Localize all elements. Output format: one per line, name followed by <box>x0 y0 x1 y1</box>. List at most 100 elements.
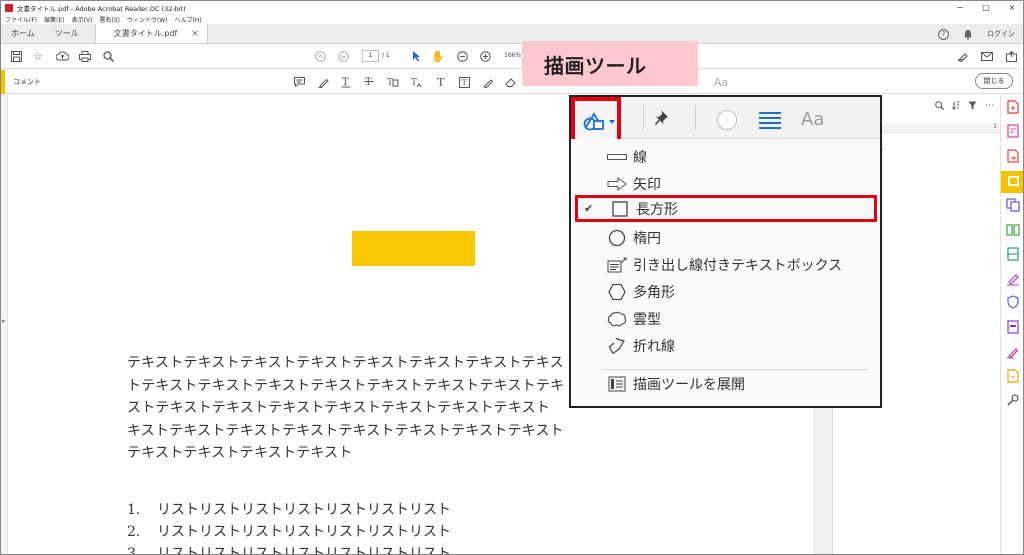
body-line: テキストテキストテキストテキスト <box>127 445 353 461</box>
line-thickness-icon[interactable] <box>759 112 781 129</box>
select-cursor-icon[interactable] <box>409 49 423 63</box>
more-tools-icon[interactable] <box>1006 393 1020 407</box>
pencil-icon[interactable] <box>482 75 494 89</box>
comment-bubble-icon <box>1008 176 1019 186</box>
text-box-icon[interactable]: T <box>458 75 470 89</box>
next-page-icon[interactable] <box>336 49 350 63</box>
redact-icon[interactable] <box>1006 320 1020 334</box>
pin-icon[interactable] <box>654 109 671 131</box>
fill-sign-icon[interactable] <box>956 49 970 63</box>
menu-item-label: 長方形 <box>636 201 678 218</box>
window-title: 文書タイトル.pdf - Adobe Acrobat Reader DC (32… <box>17 4 186 13</box>
menu-item-label: 引き出し線付きテキストボックス <box>633 257 843 274</box>
sticky-note-icon[interactable] <box>293 75 305 89</box>
menu-item-polygon[interactable]: 多角形 <box>571 278 880 305</box>
add-text-comment-icon[interactable]: T <box>435 75 447 89</box>
tab-document[interactable]: 文書タイトル.pdf × <box>94 24 208 44</box>
list-number: 3. <box>127 546 141 555</box>
scan-ocr-icon[interactable] <box>1006 247 1020 261</box>
menu-help[interactable]: ヘルプ(H) <box>175 15 202 24</box>
help-icon[interactable]: ? <box>938 28 949 40</box>
tab-bar: ホーム ツール 文書タイトル.pdf × ? ログイン <box>1 24 1023 44</box>
cloud-upload-icon[interactable] <box>55 49 69 63</box>
underline-text-icon[interactable]: T <box>340 75 352 89</box>
replace-text-icon[interactable]: T <box>387 75 399 89</box>
fill-and-sign-icon[interactable] <box>1006 272 1020 286</box>
expand-toolbar-icon <box>607 374 627 394</box>
login-link[interactable]: ログイン <box>987 29 1015 39</box>
menu-window[interactable]: ウィンドウ(W) <box>127 15 168 24</box>
zoom-level[interactable]: 166% <box>504 50 521 62</box>
color-picker[interactable] <box>717 110 737 130</box>
share-icon[interactable] <box>1004 49 1018 63</box>
organize-pages-icon[interactable] <box>1006 223 1020 237</box>
menu-item-expand-drawing-tools[interactable]: 描画ツールを展開 <box>571 370 880 397</box>
close-comment-button[interactable]: 閉じる <box>975 73 1013 89</box>
text-properties-icon[interactable]: Aa <box>711 75 731 89</box>
menu-edit[interactable]: 編集(E) <box>44 15 64 24</box>
menu-item-label: 楕円 <box>633 230 661 247</box>
menu-item-cloud[interactable]: 雲型 <box>571 305 880 332</box>
menu-item-line[interactable]: 線 <box>571 143 880 170</box>
create-pdf-icon[interactable] <box>1006 100 1020 114</box>
previous-page-icon[interactable] <box>313 49 327 63</box>
hand-tool-icon[interactable]: ✋ <box>431 49 445 63</box>
yellow-rectangle-shape[interactable] <box>352 231 475 266</box>
mail-icon[interactable] <box>980 49 994 63</box>
search-comments-icon[interactable] <box>935 101 944 110</box>
menu-bar: ファイル(F) 編集(E) 表示(V) 署名(S) ウィンドウ(W) ヘルプ(H… <box>1 14 1023 24</box>
menu-item-rectangle[interactable]: ✔ 長方形 <box>575 195 877 222</box>
tab-document-label: 文書タイトル.pdf <box>113 28 178 38</box>
filter-icon[interactable] <box>968 101 977 110</box>
comment-accent-bar <box>1 70 5 94</box>
strikethrough-text-icon[interactable]: T <box>363 75 375 89</box>
protect-icon[interactable] <box>1006 295 1020 309</box>
edit-pdf-icon[interactable] <box>1006 124 1020 138</box>
acrobat-logo-icon <box>5 3 13 12</box>
print-icon[interactable] <box>78 49 92 63</box>
send-for-comments-icon[interactable] <box>1006 369 1020 383</box>
search-icon[interactable] <box>101 49 115 63</box>
prepare-form-icon[interactable] <box>1006 345 1020 359</box>
menu-view[interactable]: 表示(V) <box>72 15 93 24</box>
eraser-icon[interactable] <box>505 75 517 89</box>
expand-arrow-icon[interactable]: ▸ <box>2 317 6 325</box>
menu-item-callout[interactable]: 引き出し線付きテキストボックス <box>571 251 880 278</box>
sort-icon[interactable] <box>952 101 960 110</box>
menu-item-ellipse[interactable]: 楕円 <box>571 224 880 251</box>
more-options-icon[interactable]: ⋯ <box>985 101 994 111</box>
menu-item-arrow[interactable]: 矢印 <box>571 170 880 197</box>
comment-tool-icon[interactable] <box>1001 171 1023 193</box>
export-pdf-icon[interactable] <box>1006 149 1020 163</box>
minimize-button[interactable]: − <box>947 1 973 14</box>
page-number-input[interactable]: 1 <box>362 50 379 62</box>
highlight-pen-icon[interactable] <box>317 75 329 89</box>
insert-text-icon[interactable]: T <box>411 75 423 89</box>
polygon-icon <box>607 282 627 302</box>
menu-file[interactable]: ファイル(F) <box>5 15 37 24</box>
left-panel-toggle[interactable]: ▸ <box>1 95 8 554</box>
close-window-button[interactable]: × <box>999 1 1023 14</box>
tab-close-icon[interactable]: × <box>191 24 199 44</box>
body-line: キストテキストテキストテキストテキストテキストテキストテキスト <box>127 422 564 439</box>
save-icon[interactable] <box>9 49 23 63</box>
star-icon[interactable]: ☆ <box>31 49 45 63</box>
zoom-out-icon[interactable] <box>455 49 469 63</box>
tab-home[interactable]: ホーム <box>1 24 45 43</box>
title-bar: 文書タイトル.pdf - Adobe Acrobat Reader DC (32… <box>1 1 1023 14</box>
line-icon <box>607 147 627 167</box>
zoom-in-icon[interactable] <box>478 49 492 63</box>
page-indicator: 1 <box>993 123 997 130</box>
svg-text:T: T <box>411 78 417 88</box>
maximize-button[interactable]: □ <box>973 1 999 14</box>
account-area: ? ログイン <box>938 24 1023 44</box>
menu-sign[interactable]: 署名(S) <box>99 15 120 24</box>
tab-tools[interactable]: ツール <box>45 24 89 43</box>
bell-icon[interactable] <box>963 29 973 40</box>
menu-item-label: 描画ツールを展開 <box>633 376 745 393</box>
menu-item-polyline[interactable]: 折れ線 <box>571 332 880 359</box>
combine-files-icon[interactable] <box>1006 198 1020 212</box>
text-properties-icon[interactable]: Aa <box>801 109 824 130</box>
chevron-down-icon <box>609 120 615 124</box>
menu-item-label: 矢印 <box>633 176 661 193</box>
